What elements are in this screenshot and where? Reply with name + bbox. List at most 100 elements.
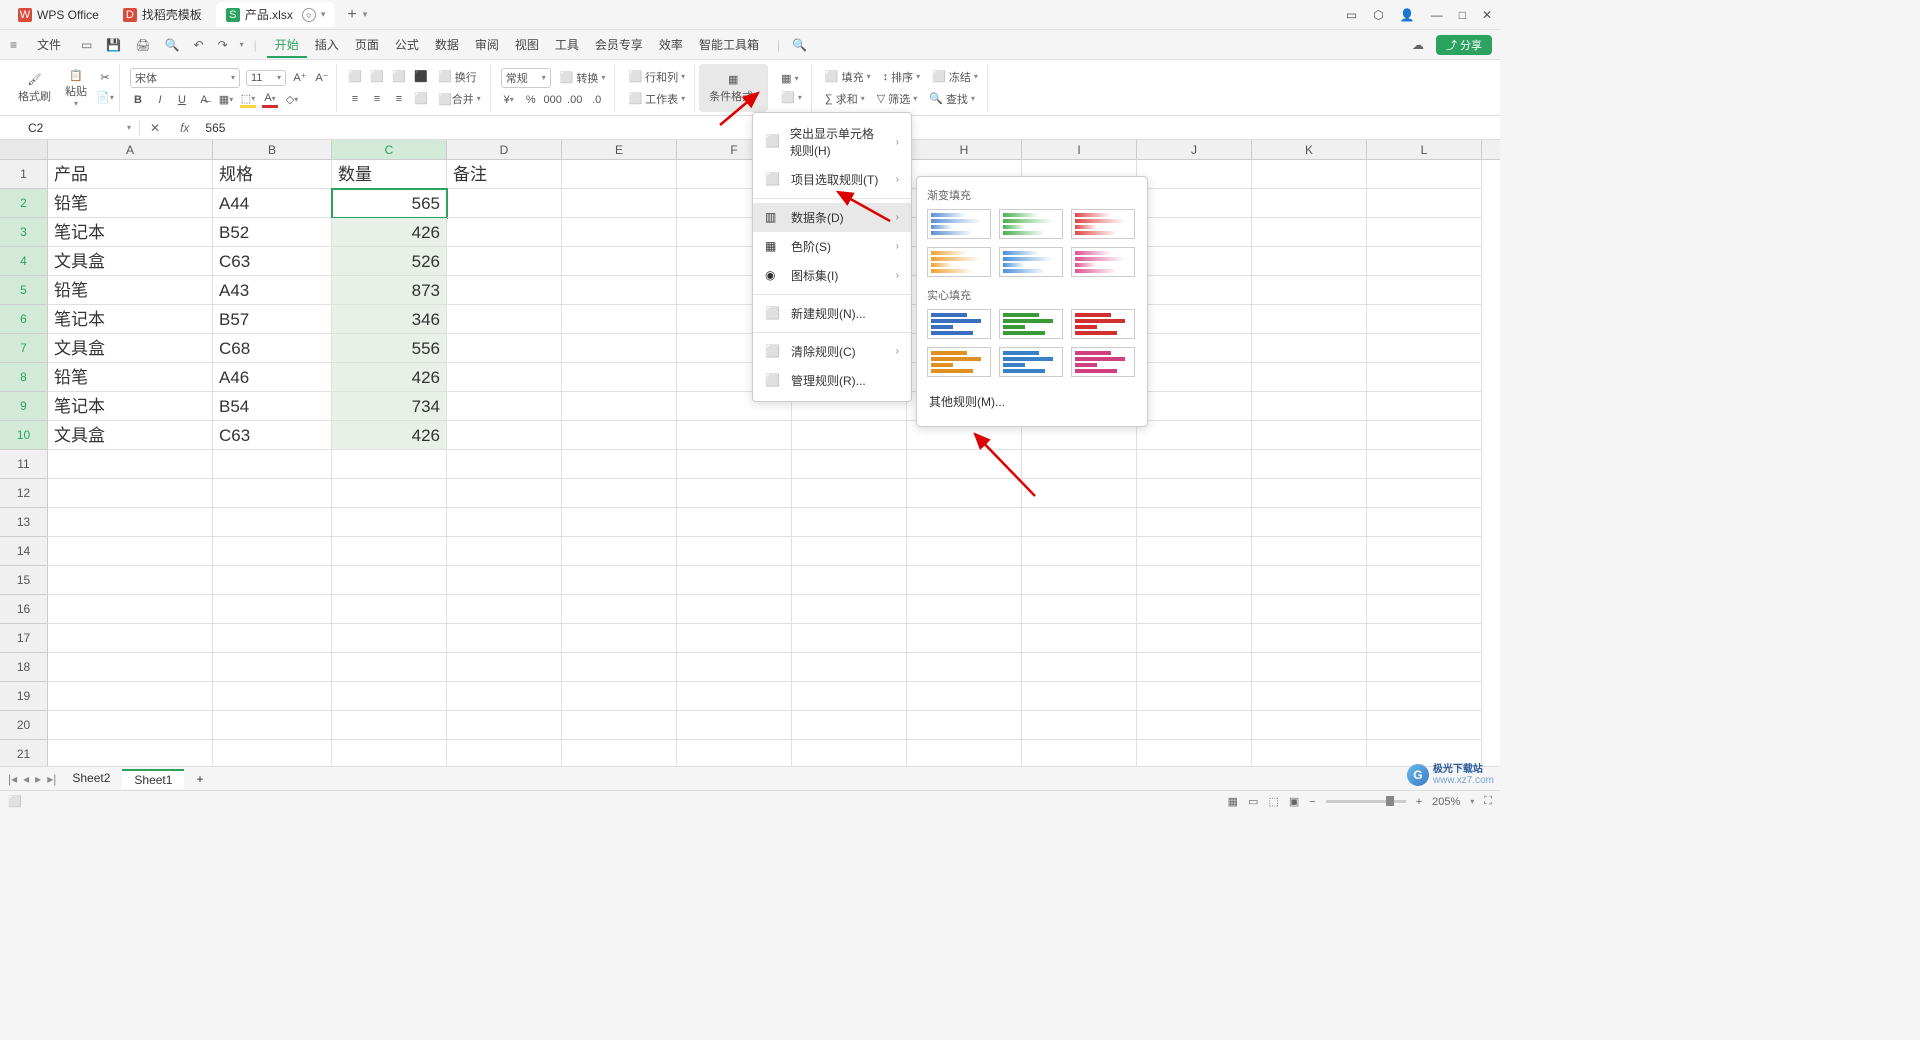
- cell[interactable]: [447, 450, 562, 479]
- cell[interactable]: [907, 740, 1022, 766]
- cell[interactable]: [447, 682, 562, 711]
- search-icon[interactable]: 🔍: [790, 36, 809, 54]
- cell[interactable]: [48, 595, 213, 624]
- sheet-last-icon[interactable]: ▸|: [47, 772, 56, 786]
- numfmt-select[interactable]: 常规▾: [501, 68, 551, 88]
- name-box[interactable]: C2▾: [20, 121, 140, 135]
- tab-menu-icon[interactable]: ▾: [363, 9, 368, 20]
- cell[interactable]: [677, 421, 792, 450]
- tablestyle-button[interactable]: ⬜▾: [778, 90, 805, 105]
- sheet-first-icon[interactable]: |◂: [8, 772, 17, 786]
- cell[interactable]: [562, 450, 677, 479]
- row-header[interactable]: 9: [0, 392, 48, 421]
- cancel-icon[interactable]: ✕: [140, 121, 170, 135]
- cell[interactable]: 346: [332, 305, 447, 334]
- cloud-icon[interactable]: ☁: [1410, 36, 1426, 54]
- cell[interactable]: [1252, 479, 1367, 508]
- cell[interactable]: [1367, 276, 1482, 305]
- menu-iconset[interactable]: ◉图标集(I)›: [753, 261, 911, 290]
- fillcolor-icon[interactable]: ⬚▾: [240, 92, 256, 108]
- cell[interactable]: [792, 653, 907, 682]
- sheet-tab[interactable]: Sheet1: [122, 769, 184, 789]
- minimize-icon[interactable]: —: [1431, 8, 1443, 22]
- cell[interactable]: [213, 740, 332, 766]
- cell[interactable]: [213, 537, 332, 566]
- cell[interactable]: 铅笔: [48, 189, 213, 218]
- decrease-font-icon[interactable]: A⁻: [314, 70, 330, 86]
- databar-swatch[interactable]: [999, 247, 1063, 277]
- cell[interactable]: [677, 711, 792, 740]
- bold-icon[interactable]: B: [130, 92, 146, 108]
- conditional-format-button[interactable]: ▦ 条件格式▾: [705, 70, 761, 106]
- italic-icon[interactable]: I: [152, 92, 168, 108]
- cell[interactable]: [1252, 711, 1367, 740]
- cell[interactable]: [1252, 653, 1367, 682]
- fontcolor-icon[interactable]: A▾: [262, 92, 278, 108]
- cell[interactable]: [1022, 682, 1137, 711]
- cell[interactable]: [677, 595, 792, 624]
- freeze-button[interactable]: ⬜冻结▾: [929, 68, 981, 86]
- cell[interactable]: [332, 537, 447, 566]
- cell[interactable]: [1137, 479, 1252, 508]
- cell[interactable]: [562, 537, 677, 566]
- cell[interactable]: [213, 595, 332, 624]
- fill-button[interactable]: ⬜填充▾: [822, 68, 874, 86]
- cell[interactable]: [332, 450, 447, 479]
- cell[interactable]: [1252, 247, 1367, 276]
- cell[interactable]: C68: [213, 334, 332, 363]
- cell[interactable]: [1022, 653, 1137, 682]
- inc-decimal-icon[interactable]: .00: [567, 92, 583, 108]
- cell[interactable]: [1137, 189, 1252, 218]
- cell[interactable]: [1137, 566, 1252, 595]
- cell[interactable]: [1137, 218, 1252, 247]
- cell[interactable]: [562, 595, 677, 624]
- cell[interactable]: [48, 711, 213, 740]
- cell[interactable]: [213, 624, 332, 653]
- menu-databar[interactable]: ▥数据条(D)›: [753, 203, 911, 232]
- tab-template[interactable]: D 找稻壳模板: [113, 2, 212, 27]
- cell[interactable]: [1137, 537, 1252, 566]
- cell[interactable]: [1367, 624, 1482, 653]
- rowcol-button[interactable]: ⬜行和列▾: [625, 68, 688, 86]
- cell[interactable]: [1022, 624, 1137, 653]
- cell[interactable]: [792, 740, 907, 766]
- maximize-icon[interactable]: □: [1459, 8, 1466, 22]
- cell[interactable]: [677, 479, 792, 508]
- cell[interactable]: [1252, 450, 1367, 479]
- cell[interactable]: [792, 537, 907, 566]
- cell[interactable]: 文具盒: [48, 247, 213, 276]
- cell[interactable]: [677, 653, 792, 682]
- cell[interactable]: [1367, 682, 1482, 711]
- tab-dropdown-icon[interactable]: ▾: [321, 9, 326, 20]
- row-header[interactable]: 6: [0, 305, 48, 334]
- menu-开始[interactable]: 开始: [267, 34, 307, 58]
- cube-icon[interactable]: ⬡: [1373, 8, 1383, 22]
- status-mode-icon[interactable]: ⬜: [8, 795, 22, 808]
- merge-button[interactable]: ⬜合并▾: [435, 90, 484, 108]
- cell[interactable]: [1252, 363, 1367, 392]
- col-header[interactable]: L: [1367, 140, 1482, 159]
- clear-format-icon[interactable]: ◇▾: [284, 92, 300, 108]
- new-icon[interactable]: ▭: [79, 36, 94, 54]
- cell[interactable]: B57: [213, 305, 332, 334]
- cell[interactable]: [1252, 392, 1367, 421]
- databar-swatch[interactable]: [927, 209, 991, 239]
- databar-swatch[interactable]: [1071, 247, 1135, 277]
- cell[interactable]: [1252, 189, 1367, 218]
- cell[interactable]: [447, 392, 562, 421]
- cell[interactable]: 规格: [213, 160, 332, 189]
- col-header[interactable]: B: [213, 140, 332, 159]
- databar-swatch[interactable]: [999, 309, 1063, 339]
- cell[interactable]: [677, 537, 792, 566]
- cell[interactable]: [447, 276, 562, 305]
- menu-审阅[interactable]: 审阅: [467, 34, 507, 56]
- tab-add-button[interactable]: +: [347, 6, 356, 24]
- cell[interactable]: [562, 334, 677, 363]
- cell[interactable]: [792, 508, 907, 537]
- view-read-icon[interactable]: ▣: [1289, 795, 1299, 808]
- share-button[interactable]: ⤴ 分享: [1436, 35, 1492, 55]
- cell[interactable]: [332, 711, 447, 740]
- cell[interactable]: 565: [332, 189, 447, 218]
- row-header[interactable]: 20: [0, 711, 48, 740]
- cell[interactable]: [447, 711, 562, 740]
